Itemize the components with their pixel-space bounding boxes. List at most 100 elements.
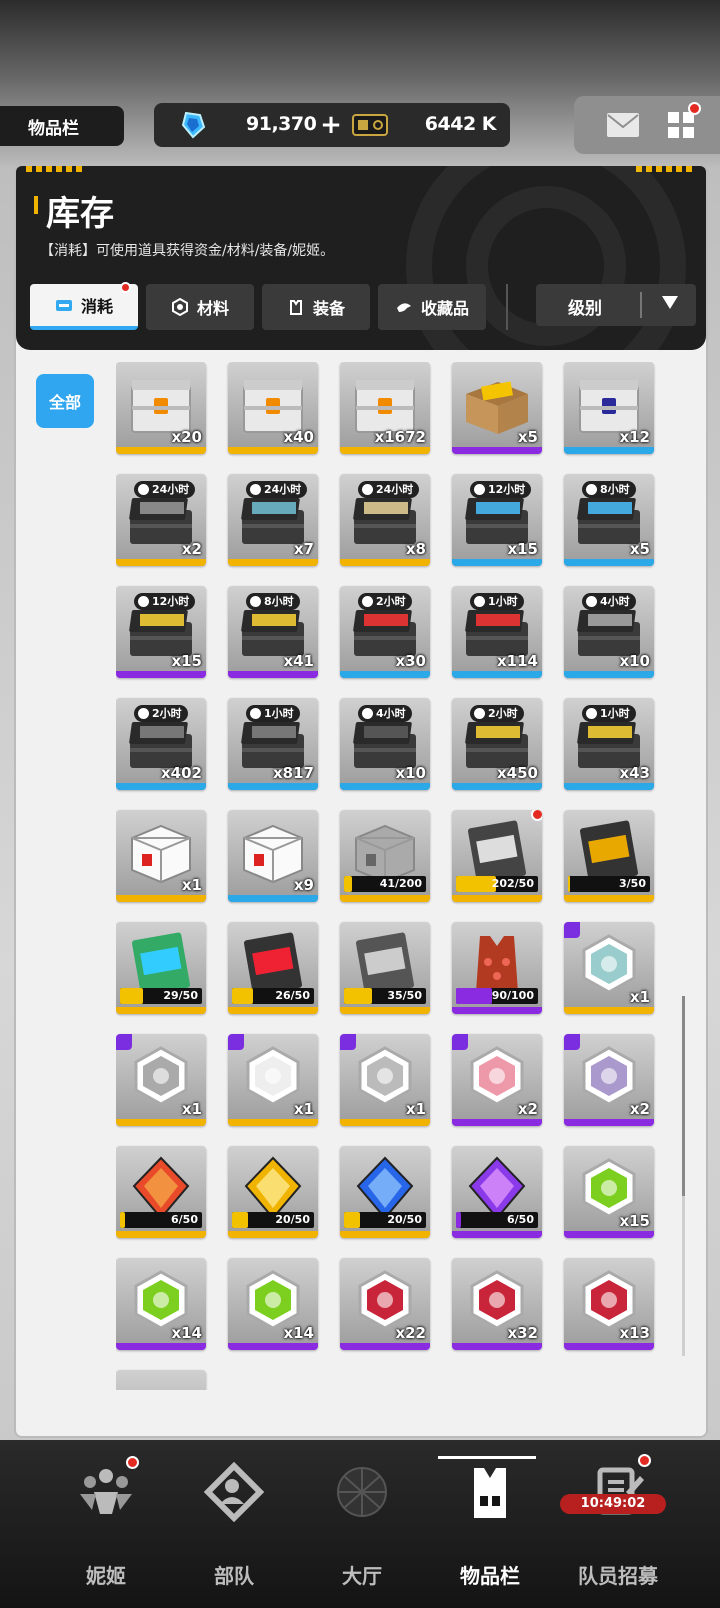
inventory-item[interactable]: 3/50 <box>564 810 654 902</box>
item-count: x1672 <box>374 428 426 446</box>
rarity-bar <box>564 895 654 902</box>
sort-dropdown[interactable]: 级别 <box>536 284 696 326</box>
inventory-item[interactable]: 26/50 <box>228 922 318 1014</box>
class-badge-icon <box>228 1034 244 1050</box>
progress-fill <box>568 876 571 892</box>
class-badge-icon <box>564 1034 580 1050</box>
gem-amount: 91,370 <box>246 113 317 135</box>
squad-icon <box>204 1462 264 1522</box>
class-badge-icon <box>116 1034 132 1050</box>
rarity-bar <box>116 1231 206 1238</box>
inventory-item[interactable]: 29/50 <box>116 922 206 1014</box>
rarity-bar <box>564 1119 654 1126</box>
item-icon <box>582 1046 636 1106</box>
inventory-item[interactable]: x22 <box>340 1258 430 1350</box>
item-progress-bar: 202/50 <box>456 876 538 892</box>
inventory-item-partial[interactable] <box>116 1370 206 1390</box>
duration-pill: 12小时 <box>470 481 532 498</box>
inventory-item[interactable]: 24小时 x2 <box>116 474 206 566</box>
inventory-item[interactable]: x20 <box>116 362 206 454</box>
inventory-item[interactable]: 2小时 x402 <box>116 698 206 790</box>
tab-materials[interactable]: 材料 <box>146 284 254 330</box>
tab-equipment[interactable]: 装备 <box>262 284 370 330</box>
item-count: x1 <box>181 876 202 894</box>
inventory-item[interactable]: 4小时 x10 <box>564 586 654 678</box>
nav-lobby[interactable]: 大厅 <box>290 1440 434 1608</box>
item-progress-bar: 35/50 <box>344 988 426 1004</box>
inventory-item[interactable]: 8小时 x41 <box>228 586 318 678</box>
inventory-item[interactable]: x12 <box>564 362 654 454</box>
class-badge-icon <box>340 1034 356 1050</box>
inventory-item[interactable]: 90/100 <box>452 922 542 1014</box>
inventory-item[interactable]: x40 <box>228 362 318 454</box>
item-icon <box>131 824 191 884</box>
nav-recruit[interactable]: 队员招募 <box>546 1440 690 1608</box>
inventory-item[interactable]: x1 <box>116 810 206 902</box>
inventory-item[interactable]: x2 <box>452 1034 542 1126</box>
rarity-bar <box>564 783 654 790</box>
inventory-item[interactable]: 8小时 x5 <box>564 474 654 566</box>
inventory-item[interactable]: 6/50 <box>116 1146 206 1238</box>
filter-all-button[interactable]: 全部 <box>36 374 94 428</box>
inventory-item[interactable]: 202/50 <box>452 810 542 902</box>
inventory-item[interactable]: 4小时 x10 <box>340 698 430 790</box>
add-gems-button[interactable]: + <box>319 108 343 142</box>
inventory-item[interactable]: x32 <box>452 1258 542 1350</box>
inventory-item[interactable]: x9 <box>228 810 318 902</box>
item-icon <box>131 932 191 996</box>
inventory-item[interactable]: x1 <box>116 1034 206 1126</box>
nav-inventory[interactable]: 物品栏 <box>418 1440 562 1608</box>
tab-collectibles[interactable]: 收藏品 <box>378 284 486 330</box>
item-icon <box>132 1156 190 1220</box>
item-count: x15 <box>507 540 538 558</box>
rarity-bar <box>340 671 430 678</box>
inventory-item[interactable]: x1 <box>228 1034 318 1126</box>
rarity-bar <box>452 1231 542 1238</box>
inventory-item[interactable]: 1小时 x43 <box>564 698 654 790</box>
progress-fill <box>120 988 144 1004</box>
inventory-item[interactable]: x15 <box>564 1146 654 1238</box>
inventory-item[interactable]: 6/50 <box>452 1146 542 1238</box>
item-count: x12 <box>619 428 650 446</box>
item-count: x1 <box>405 1100 426 1118</box>
rarity-bar <box>340 559 430 566</box>
inventory-item[interactable]: 20/50 <box>228 1146 318 1238</box>
item-count: x30 <box>395 652 426 670</box>
item-icon <box>134 1270 188 1330</box>
inventory-item[interactable]: 35/50 <box>340 922 430 1014</box>
item-icon <box>579 380 639 433</box>
inventory-item[interactable]: 24小时 x8 <box>340 474 430 566</box>
nav-squad[interactable]: 部队 <box>162 1440 306 1608</box>
inventory-item[interactable]: x5 <box>452 362 542 454</box>
item-count: x817 <box>273 764 314 782</box>
inventory-item[interactable]: x14 <box>116 1258 206 1350</box>
rarity-bar <box>564 1007 654 1014</box>
progress-text: 6/50 <box>507 1213 534 1226</box>
inventory-item[interactable]: x1 <box>564 922 654 1014</box>
inventory-item[interactable]: 41/200 <box>340 810 430 902</box>
inventory-item[interactable]: x1672 <box>340 362 430 454</box>
mail-icon[interactable] <box>606 112 640 138</box>
scrollbar-thumb[interactable] <box>682 996 685 1196</box>
inventory-item[interactable]: 24小时 x7 <box>228 474 318 566</box>
inventory-item[interactable]: 12小时 x15 <box>452 474 542 566</box>
inventory-item[interactable]: x14 <box>228 1258 318 1350</box>
inventory-item[interactable]: x13 <box>564 1258 654 1350</box>
item-count: x1 <box>293 1100 314 1118</box>
progress-fill <box>232 988 253 1004</box>
inventory-item[interactable]: 20/50 <box>340 1146 430 1238</box>
inventory-item[interactable]: 1小时 x114 <box>452 586 542 678</box>
inventory-item[interactable]: 12小时 x15 <box>116 586 206 678</box>
item-count: x1 <box>181 1100 202 1118</box>
nav-nikke[interactable]: 妮姬 <box>34 1440 178 1608</box>
duration-pill: 12小时 <box>134 593 196 610</box>
scrollbar[interactable] <box>682 996 685 1356</box>
rarity-bar <box>228 895 318 902</box>
inventory-item[interactable]: x1 <box>340 1034 430 1126</box>
item-icon <box>582 1270 636 1330</box>
inventory-item[interactable]: 2小时 x30 <box>340 586 430 678</box>
panel-description: 【消耗】可使用道具获得资金/材料/装备/妮姬。 <box>40 243 335 259</box>
inventory-item[interactable]: 2小时 x450 <box>452 698 542 790</box>
inventory-item[interactable]: x2 <box>564 1034 654 1126</box>
inventory-item[interactable]: 1小时 x817 <box>228 698 318 790</box>
